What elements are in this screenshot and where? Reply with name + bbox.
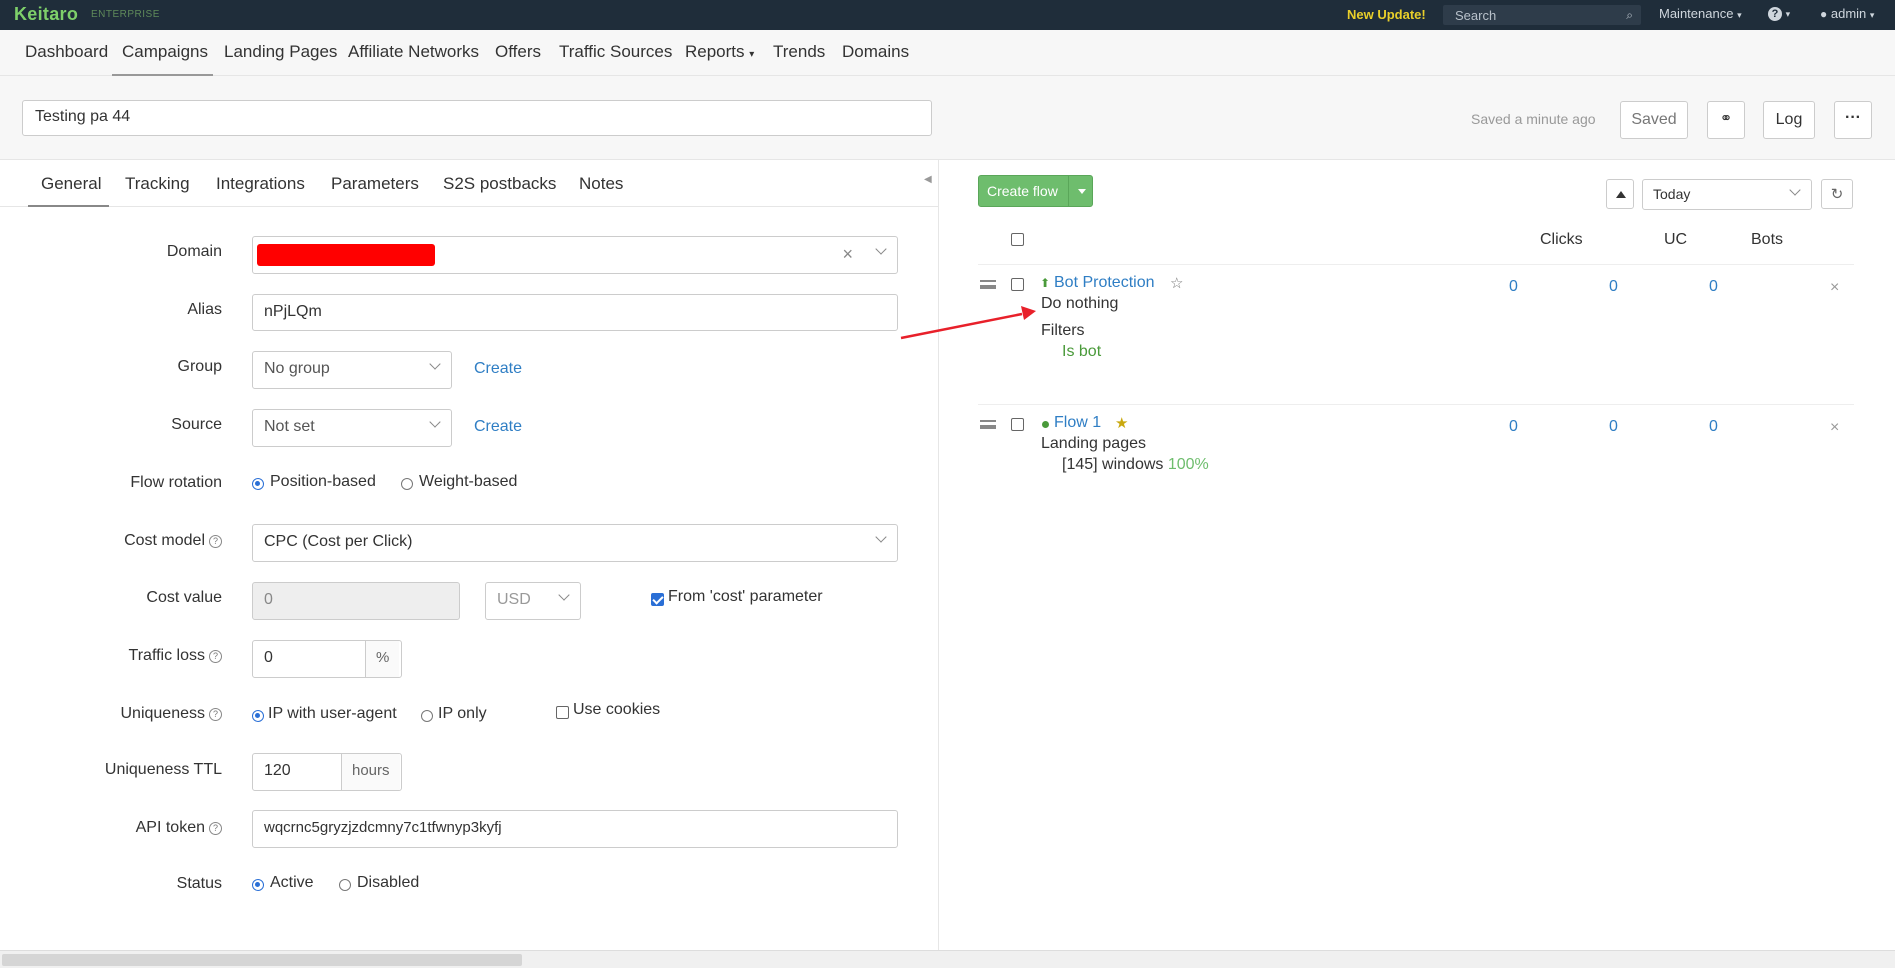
horizontal-scrollbar[interactable] <box>0 950 1895 968</box>
scrollbar-thumb[interactable] <box>2 954 522 966</box>
annotation-arrow <box>900 306 1036 340</box>
